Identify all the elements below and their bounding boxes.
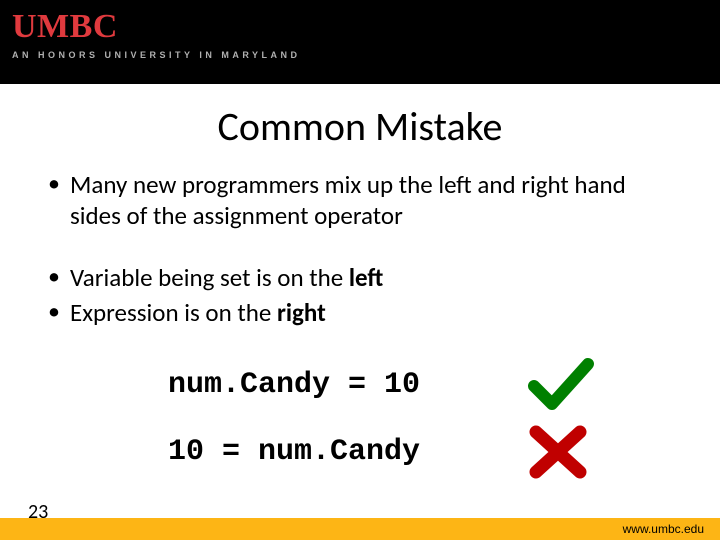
tagline: AN HONORS UNIVERSITY IN MARYLAND: [12, 50, 301, 60]
bullet-item: Variable being set is on the left: [48, 262, 672, 293]
footer-bar: www.umbc.edu: [0, 518, 720, 540]
bullet-list: Many new programmers mix up the left and…: [48, 169, 672, 232]
cross-icon: [528, 424, 600, 480]
umbc-logo: UMBC: [12, 10, 301, 44]
check-icon: [528, 356, 600, 414]
bullet-item: Many new programmers mix up the left and…: [48, 169, 672, 232]
code-row-incorrect: 10 = num.Candy: [168, 424, 672, 480]
emphasis-right: right: [277, 297, 326, 328]
footer-url: www.umbc.edu: [623, 522, 704, 536]
bullet-list: Variable being set is on the left Expres…: [48, 262, 672, 329]
code-examples: num.Candy = 10 10 = num.Candy: [168, 356, 672, 480]
code-row-correct: num.Candy = 10: [168, 356, 672, 414]
slide: UMBC AN HONORS UNIVERSITY IN MARYLAND Co…: [0, 0, 720, 540]
bullet-item: Expression is on the right: [48, 297, 672, 328]
slide-content: Many new programmers mix up the left and…: [0, 169, 720, 480]
slide-title: Common Mistake: [0, 102, 720, 151]
code-incorrect: 10 = num.Candy: [168, 435, 528, 469]
logo-block: UMBC AN HONORS UNIVERSITY IN MARYLAND: [12, 10, 301, 60]
code-correct: num.Candy = 10: [168, 368, 528, 402]
bullet-text-part: Variable being set is on the: [70, 262, 349, 293]
header-bar: UMBC AN HONORS UNIVERSITY IN MARYLAND: [0, 0, 720, 84]
emphasis-left: left: [349, 262, 383, 293]
bullet-text-part: Expression is on the: [70, 297, 277, 328]
